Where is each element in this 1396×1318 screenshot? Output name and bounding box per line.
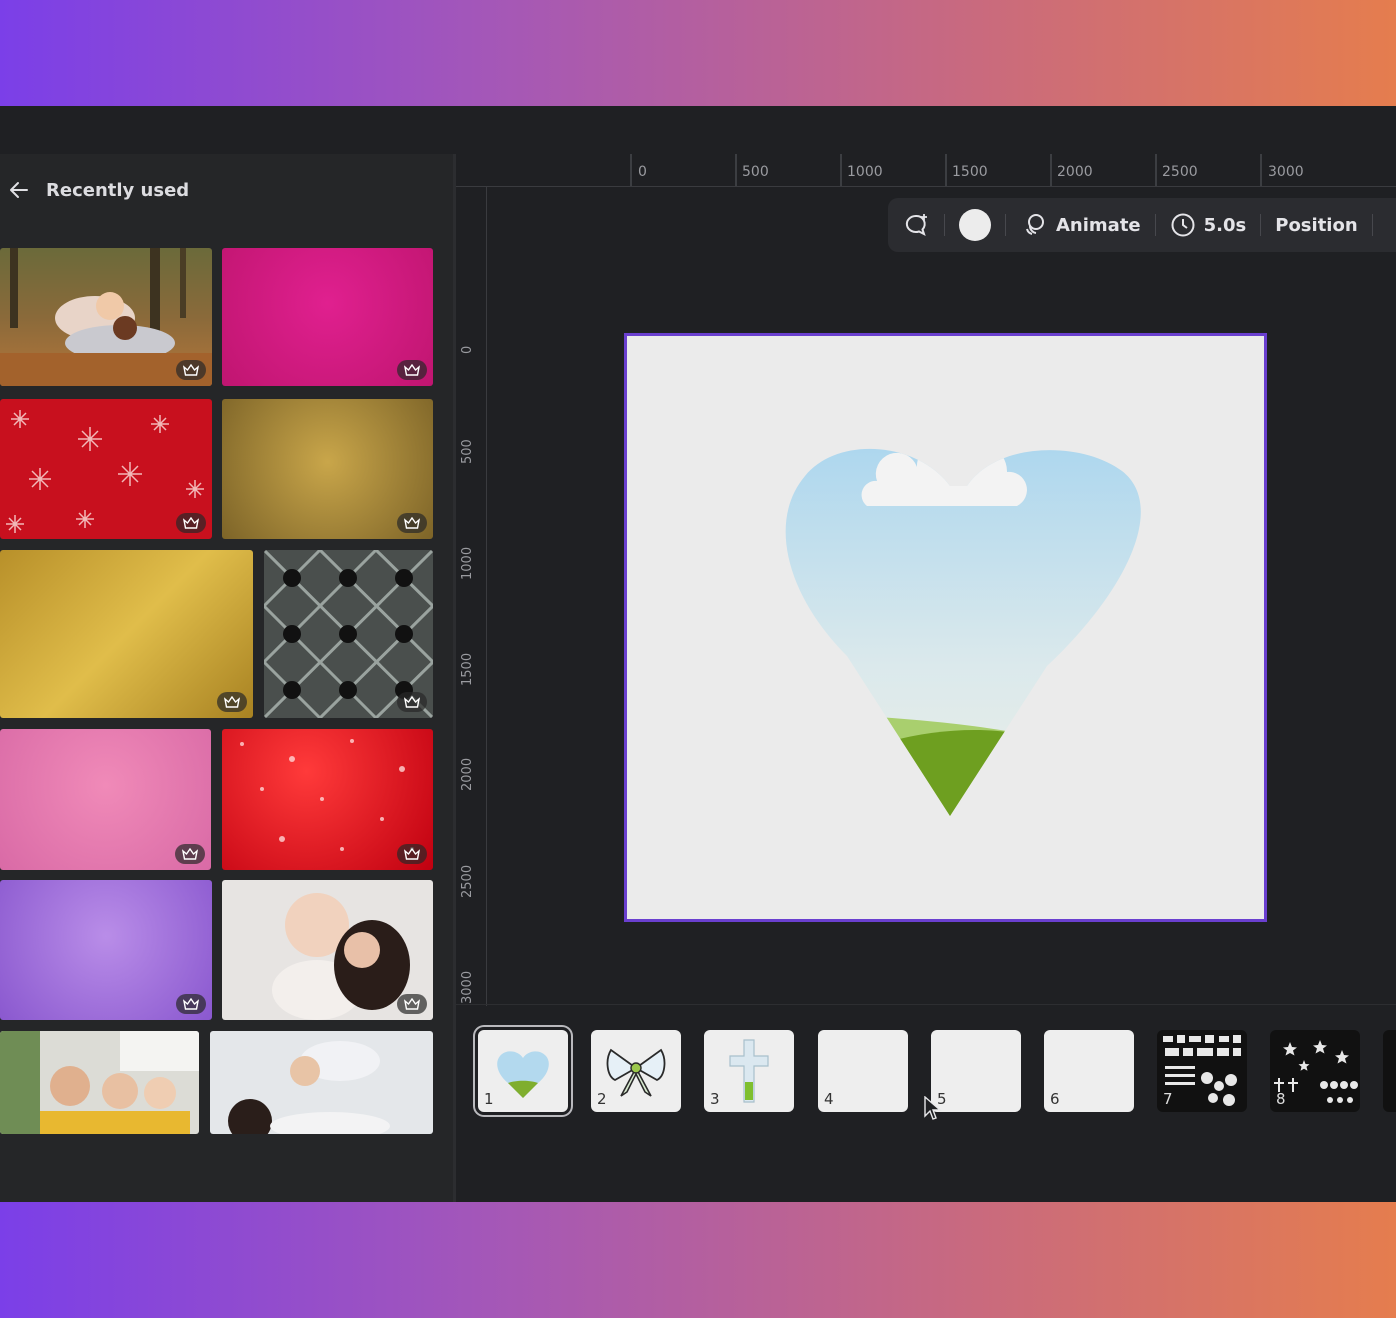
ruler-top-label: 1500: [952, 164, 988, 180]
image-tile-pink-glitter[interactable]: [222, 248, 433, 386]
page-number: 8: [1276, 1090, 1286, 1108]
ai-magic-button[interactable]: [888, 205, 944, 245]
baby-lift-image: [228, 1041, 390, 1134]
ruler-left-label: 0: [460, 345, 475, 354]
premium-crown-icon: [397, 692, 427, 712]
ruler-left-label: 1000: [460, 546, 475, 580]
image-tile-red-glitter[interactable]: [222, 729, 433, 870]
back-button[interactable]: [2, 173, 36, 207]
page-thumbnail-2[interactable]: 2: [591, 1030, 681, 1112]
premium-crown-icon: [176, 360, 206, 380]
image-tile-family-photo[interactable]: [0, 1031, 199, 1134]
page-number: 3: [710, 1090, 720, 1108]
page-thumbnail-7[interactable]: 7: [1157, 1030, 1247, 1112]
premium-crown-icon: [397, 844, 427, 864]
image-tile-gold-foil[interactable]: [0, 550, 253, 718]
heart-landscape-graphic[interactable]: [627, 336, 1264, 919]
page-thumbnail-8[interactable]: 8: [1270, 1030, 1360, 1112]
duration-label: 5.0s: [1203, 214, 1247, 236]
page-thumbnail-3[interactable]: 3: [704, 1030, 794, 1112]
ruler-left-label: 2000: [460, 757, 475, 791]
premium-crown-icon: [176, 513, 206, 533]
position-label: Position: [1275, 214, 1358, 236]
family-photo-image: [0, 1031, 199, 1134]
toolbar-separator: [1371, 214, 1373, 236]
ruler-top-label: 500: [742, 164, 769, 180]
page-thumbnail-partial[interactable]: [1383, 1030, 1396, 1112]
speech-sparkle-icon: [905, 214, 927, 236]
ruler-left-label: 1500: [460, 652, 475, 686]
ruler-top-ticks: [630, 154, 1262, 186]
design-canvas[interactable]: [624, 333, 1267, 922]
premium-crown-icon: [217, 692, 247, 712]
image-tile-family-autumn[interactable]: [0, 248, 212, 386]
page-thumbnail-6[interactable]: 6: [1044, 1030, 1134, 1112]
animate-button[interactable]: Animate: [1006, 205, 1155, 245]
image-tile-gold-sparkle[interactable]: [222, 399, 433, 539]
element-toolbar: Animate 5.0s Position: [888, 198, 1396, 252]
arrow-left-icon: [10, 182, 28, 198]
ruler-top-label: 2000: [1057, 164, 1093, 180]
page-number: 6: [1050, 1090, 1060, 1108]
image-tile-pink-sparkle[interactable]: [0, 729, 211, 870]
animate-icon: [1026, 214, 1044, 235]
ruler-top-label: 3000: [1268, 164, 1304, 180]
clock-icon: [1171, 213, 1195, 237]
ruler-left-label: 500: [460, 439, 475, 464]
color-swatch: [959, 209, 991, 241]
page-thumbnail-4[interactable]: 4: [818, 1030, 908, 1112]
recently-used-panel: Recently used: [0, 154, 455, 1202]
page-thumbnail-1[interactable]: 1: [478, 1030, 568, 1112]
page-number: 1: [484, 1090, 494, 1108]
premium-crown-icon: [397, 513, 427, 533]
mouse-cursor-icon: [924, 1096, 942, 1120]
page-thumbnail-5[interactable]: 5: [931, 1030, 1021, 1112]
duration-button[interactable]: 5.0s: [1156, 205, 1261, 245]
premium-crown-icon: [397, 994, 427, 1014]
ruler-top-label: 2500: [1162, 164, 1198, 180]
page-number: 2: [597, 1090, 607, 1108]
image-tile-geometric-pattern[interactable]: [264, 550, 433, 718]
image-tile-mother-baby[interactable]: [222, 880, 433, 1020]
ruler-left-label: 3000: [460, 970, 475, 1004]
editor-app: Recently used 0 500 1000 1500 2000 2500 …: [0, 106, 1396, 1202]
color-picker-button[interactable]: [945, 205, 1005, 245]
ruler-top-label: 1000: [847, 164, 883, 180]
page-number: 4: [824, 1090, 834, 1108]
panel-header: Recently used: [0, 154, 455, 226]
premium-crown-icon: [397, 360, 427, 380]
page-number: 7: [1163, 1090, 1173, 1108]
bottom-gradient-band: [0, 1202, 1396, 1318]
premium-crown-icon: [175, 844, 205, 864]
ruler-left-label: 2500: [460, 864, 475, 898]
ruler-left: 0 500 1000 1500 2000 2500 3000: [456, 186, 487, 1006]
top-gradient-band: [0, 0, 1396, 106]
premium-crown-icon: [176, 994, 206, 1014]
pages-strip-divider: [456, 1004, 1396, 1005]
position-button[interactable]: Position: [1261, 205, 1371, 245]
image-tile-purple-glitter[interactable]: [0, 880, 212, 1020]
ruler-top: 0 500 1000 1500 2000 2500 3000: [456, 154, 1396, 187]
animate-label: Animate: [1056, 214, 1141, 236]
ruler-top-label: 0: [638, 164, 647, 180]
panel-title: Recently used: [46, 179, 190, 201]
image-tile-baby-lift[interactable]: [210, 1031, 433, 1134]
image-tile-red-snowflakes[interactable]: [0, 399, 212, 539]
